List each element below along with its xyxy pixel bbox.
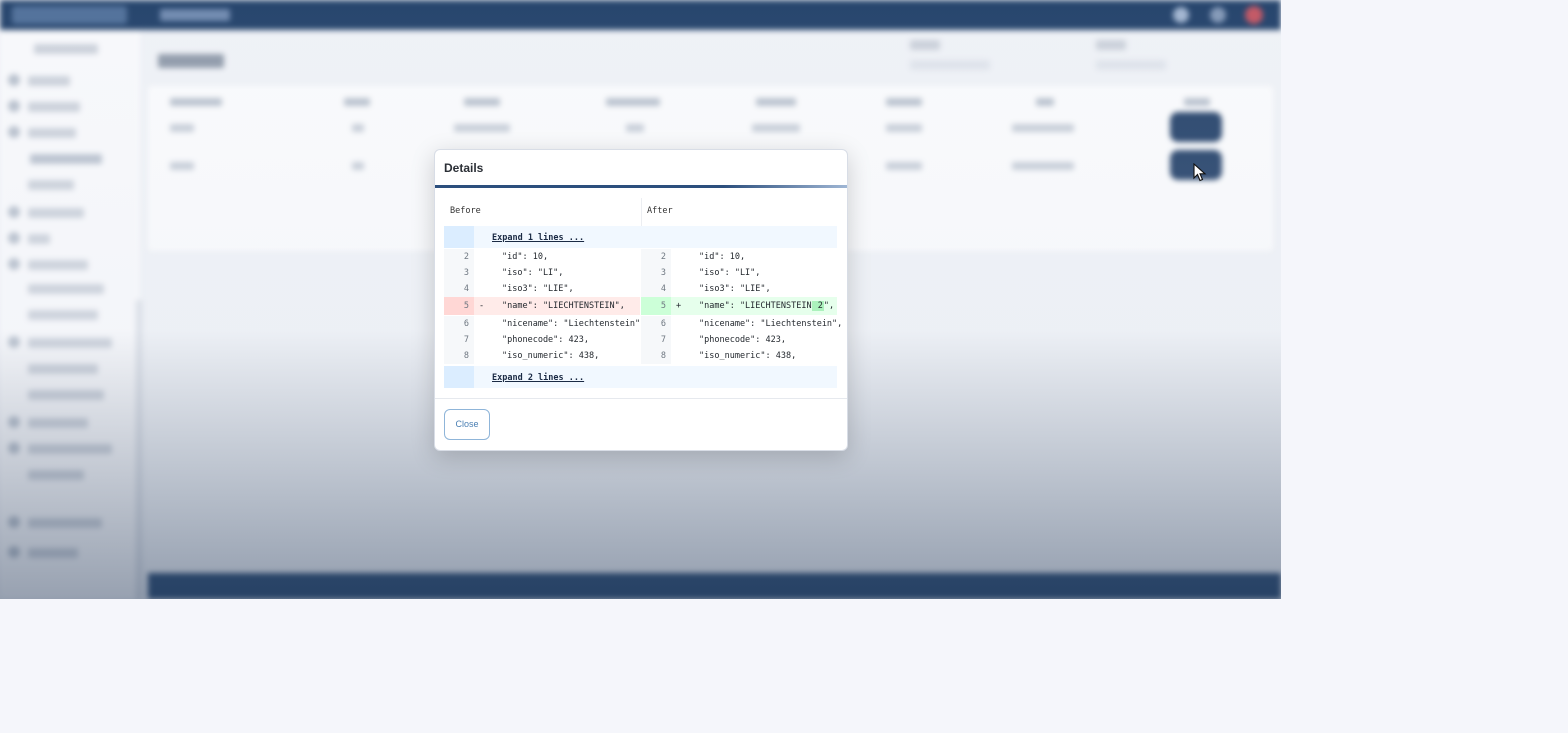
diff-line-before: 2 "id": 10,	[444, 249, 640, 265]
before-column-header: Before	[450, 206, 481, 216]
expand-lines-link[interactable]: Expand 1 lines ...	[492, 233, 584, 243]
diff-line-before: 4 "iso3": "LIE",	[444, 281, 640, 297]
column-divider	[641, 198, 642, 226]
details-modal: Details Before After Expand 1 lines ... …	[434, 149, 848, 451]
diff-line-after: 8 "iso_numeric": 438,	[641, 348, 837, 364]
after-column-header: After	[647, 206, 673, 216]
diff-line-inserted: 5 + "name": "LIECHTENSTEIN 2",	[641, 297, 837, 315]
added-text-highlight: 2	[811, 301, 824, 311]
expand-lines-link[interactable]: Expand 2 lines ...	[492, 373, 584, 383]
close-button[interactable]: Close	[444, 409, 490, 440]
diff-line-before: 8 "iso_numeric": 438,	[444, 348, 640, 364]
diff-line-deleted: 5- "name": "LIECHTENSTEIN",	[444, 297, 640, 315]
diff-line-before: 6 "nicename": "Liechtenstein",	[444, 316, 645, 332]
diff-line-before: 7 "phonecode": 423,	[444, 332, 640, 348]
diff-line-after: 2 "id": 10,	[641, 249, 837, 265]
code-unchanged-prefix: "name": "LIECHTENSTEIN	[699, 301, 812, 311]
expand-row-bottom[interactable]: Expand 2 lines ...	[444, 366, 837, 388]
mouse-cursor-icon	[1193, 163, 1207, 182]
modal-header-divider	[435, 185, 847, 188]
diff-line-before: 3 "iso": "LI",	[444, 265, 640, 281]
diff-line-after: 7 "phonecode": 423,	[641, 332, 837, 348]
diff-line-after: 3 "iso": "LI",	[641, 265, 837, 281]
expand-row-top[interactable]: Expand 1 lines ...	[444, 226, 837, 248]
diff-line-after: 6 "nicename": "Liechtenstein",	[641, 316, 842, 332]
diff-line-after: 4 "iso3": "LIE",	[641, 281, 837, 297]
modal-header: Details	[435, 150, 847, 187]
modal-title: Details	[444, 161, 484, 175]
expand-gutter	[444, 366, 474, 388]
expand-gutter	[444, 226, 474, 248]
modal-footer-divider	[435, 398, 847, 399]
code-unchanged-suffix: ",	[823, 301, 835, 311]
